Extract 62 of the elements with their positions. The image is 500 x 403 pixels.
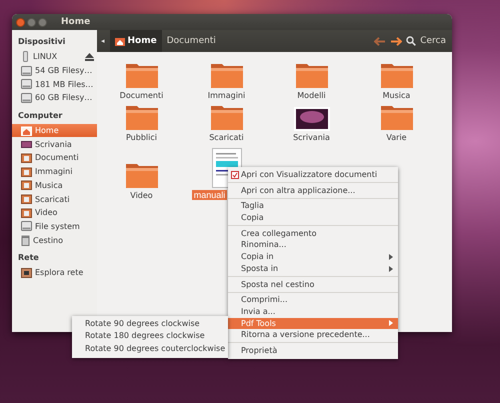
search-icon[interactable]: [406, 36, 416, 46]
sidebar-item[interactable]: Video: [12, 206, 97, 220]
menu-item[interactable]: Apri con altra applicazione...: [228, 184, 398, 196]
drive-icon: [21, 79, 32, 90]
drive-icon: [21, 92, 32, 103]
menu-item[interactable]: Taglia: [228, 200, 398, 212]
sidebar-heading: Dispositivi: [17, 36, 66, 48]
home-folder-icon: [114, 36, 125, 46]
sidebar-item[interactable]: Scaricati: [12, 192, 97, 206]
sidebar-item[interactable]: 54 GB Filesy…: [12, 64, 97, 78]
sidebar-item[interactable]: Cestino: [12, 233, 97, 247]
menu-item[interactable]: Sposta nel cestino: [228, 278, 398, 290]
drive-icon: [21, 66, 32, 76]
menu-item[interactable]: Rotate 180 degrees clockwise: [72, 330, 228, 343]
breadcrumb-button[interactable]: Home: [110, 30, 162, 52]
menu-item[interactable]: Apri con Visualizzatore documenti: [228, 169, 398, 181]
file-name[interactable]: Pubblici: [124, 133, 159, 142]
breadcrumb-button[interactable]: Documenti: [162, 30, 221, 52]
maximize-button[interactable]: [38, 18, 47, 26]
file-name[interactable]: Immagini: [206, 91, 248, 100]
menu-item[interactable]: Sposta in: [228, 262, 398, 274]
window-title: Home: [61, 17, 90, 27]
file-name[interactable]: Documenti: [118, 91, 166, 100]
trash-icon: [21, 234, 30, 246]
close-button[interactable]: [16, 18, 25, 26]
home-folder-icon: [21, 126, 32, 136]
menu-item[interactable]: Rotate 90 degrees clockwise: [72, 318, 228, 330]
menu-item[interactable]: Copia: [228, 212, 398, 224]
file-name[interactable]: Video: [128, 191, 155, 200]
menu-item[interactable]: Copia in: [228, 251, 398, 263]
sidebar-item[interactable]: Esplora rete: [12, 266, 97, 280]
menu-item[interactable]: Ritorna a versione precedente...: [228, 329, 398, 341]
menu-item[interactable]: Crea collegamento: [228, 228, 398, 240]
sidebar-item[interactable]: Scrivania: [12, 137, 97, 152]
usb-drive-icon: [21, 51, 30, 62]
file-name[interactable]: Musica: [380, 91, 412, 100]
desktop-icon: [21, 140, 32, 149]
file-name[interactable]: Scaricati: [207, 133, 246, 142]
sidebar-heading: Computer: [17, 110, 64, 122]
file-name[interactable]: Modelli: [295, 91, 328, 100]
search-button[interactable]: Cerca: [420, 36, 446, 46]
menu-item[interactable]: Comprimi...: [228, 294, 398, 306]
drive-icon: [21, 221, 32, 232]
file-name[interactable]: Scrivania: [291, 133, 332, 142]
sidebar-heading: Rete: [17, 252, 40, 264]
menu-item[interactable]: Rotate 90 degrees couterclockwise: [72, 342, 228, 355]
sidebar-item[interactable]: 181 MB Files…: [12, 77, 97, 92]
back-arrow-icon[interactable]: [374, 36, 386, 46]
sidebar-item[interactable]: Documenti: [12, 151, 97, 165]
sidebar-item[interactable]: File system: [12, 220, 97, 234]
eject-icon[interactable]: [85, 52, 94, 61]
file-name[interactable]: Varie: [384, 133, 409, 142]
wallpaper-thumbnail-icon[interactable]: [294, 107, 330, 131]
menu-item[interactable]: Invia a...: [228, 306, 398, 318]
minimize-button[interactable]: [27, 18, 36, 26]
sidebar-item[interactable]: 60 GB Filesy…: [12, 91, 97, 105]
menu-item[interactable]: Rinomina...: [228, 239, 398, 252]
menu-item[interactable]: Proprietà: [228, 344, 398, 357]
sidebar-item[interactable]: LINUX: [12, 50, 97, 64]
forward-arrow-icon[interactable]: [390, 36, 402, 46]
sidebar-item[interactable]: Musica: [12, 178, 97, 192]
sidebar-item[interactable]: Immagini: [12, 164, 97, 178]
